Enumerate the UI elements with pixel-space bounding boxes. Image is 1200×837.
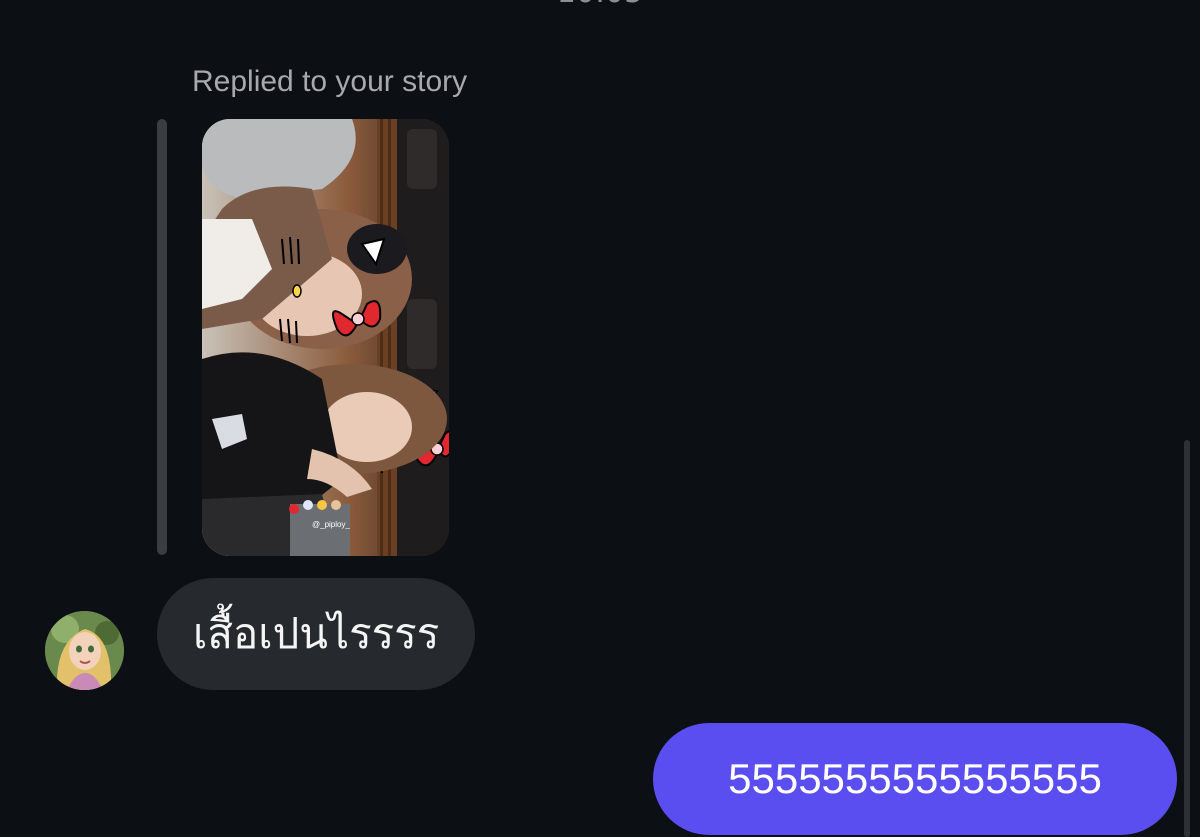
story-photo-icon: @_piploy_ — [202, 119, 449, 556]
scrollbar[interactable] — [1184, 440, 1190, 837]
reply-indicator-bar — [157, 119, 167, 555]
story-reply-thumbnail[interactable]: @_piploy_ — [202, 119, 449, 556]
story-handle-text: @_piploy_ — [312, 520, 350, 529]
sender-avatar[interactable] — [45, 611, 124, 690]
outgoing-message[interactable]: 5555555555555555 — [653, 723, 1177, 835]
dm-thread[interactable]: 10:05 Replied to your story — [0, 0, 1200, 837]
reply-context-label: Replied to your story — [192, 65, 468, 98]
avatar-image-icon — [45, 611, 124, 690]
incoming-message[interactable]: เสื้อเปนไรรรร — [157, 578, 476, 690]
message-timestamp: 10:05 — [0, 0, 1200, 8]
